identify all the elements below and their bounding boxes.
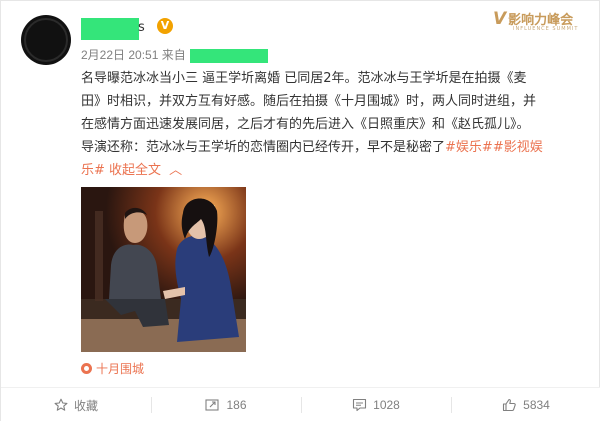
post-text-line: 田》时相识，并双方互有好感。随后在拍摄《十月围城》时，两人同时进组，并 [81,94,537,109]
source-label: 来自 [161,48,186,62]
favorite-button[interactable]: 收藏 [1,388,151,421]
author-name-suffix[interactable]: s [138,20,145,35]
repost-button[interactable]: 186 [151,388,301,421]
post-text-line: 在感情方面迅速发展同居，之后才有的先后进入《日照重庆》和《赵氏孤儿》。 [81,117,530,132]
photo-image [81,187,246,352]
comment-count: 1028 [373,398,400,412]
like-count: 5834 [523,398,550,412]
verified-badge-icon: V [157,18,173,34]
post-text: 名导曝范冰冰当小三 逼王学圻离婚 已同居2年。范冰冰与王学圻是在拍摄《麦 田》时… [81,67,587,182]
influence-logo-icon: V [493,9,507,29]
comment-button[interactable]: 1028 [301,388,451,421]
location-label[interactable]: 十月围城 [96,362,144,376]
avatar[interactable] [21,15,71,65]
like-button[interactable]: 5834 [451,388,600,421]
hashtag-entertainment[interactable]: #娱乐# [445,140,493,155]
post-time[interactable]: 20:51 [128,48,158,62]
location-pin-icon [81,363,92,374]
location-tag[interactable]: 十月围城 [81,360,144,377]
post-photo[interactable] [81,187,246,352]
post-meta: 2月22日 20:51 来自 [81,46,268,63]
post-date[interactable]: 2月22日 [81,48,125,62]
watermark-subtext: INFLUENCE SUMMIT [513,26,579,32]
post-text-line: 名导曝范冰冰当小三 逼王学圻离婚 已同居2年。范冰冰与王学圻是在拍摄《麦 [81,71,527,86]
post-text-last-line: 乐# 收起全文 ︿ [81,159,587,182]
source-redacted[interactable] [189,48,268,63]
collapse-full-text-link[interactable]: 收起全文 [109,163,161,178]
repost-count: 186 [226,398,247,412]
favorite-label: 收藏 [73,398,98,413]
comment-icon [353,398,367,412]
author-name-redacted[interactable] [81,18,139,40]
hashtag-film-entertainment[interactable]: #影视娱 [493,140,543,155]
post-text-line-with-tags: 导演还称：范冰冰与王学圻的恋情圈内已经传开，早不是秘密了#娱乐##影视娱 [81,136,587,159]
repost-icon [205,399,220,411]
weibo-post-card: s V V 影响力峰会 INFLUENCE SUMMIT 2月22日 20:51 … [0,0,600,421]
star-icon [54,398,68,411]
thumbs-up-icon [503,398,516,412]
chevron-up-icon[interactable]: ︿ [169,163,182,178]
action-bar: 收藏 186 1028 5834 [1,387,600,421]
post-text-line: 导演还称：范冰冰与王学圻的恋情圈内已经传开，早不是秘密了 [81,140,446,155]
watermark-logo: V 影响力峰会 INFLUENCE SUMMIT [493,9,577,32]
hashtag-film-entertainment-cont[interactable]: 乐# [81,163,105,178]
